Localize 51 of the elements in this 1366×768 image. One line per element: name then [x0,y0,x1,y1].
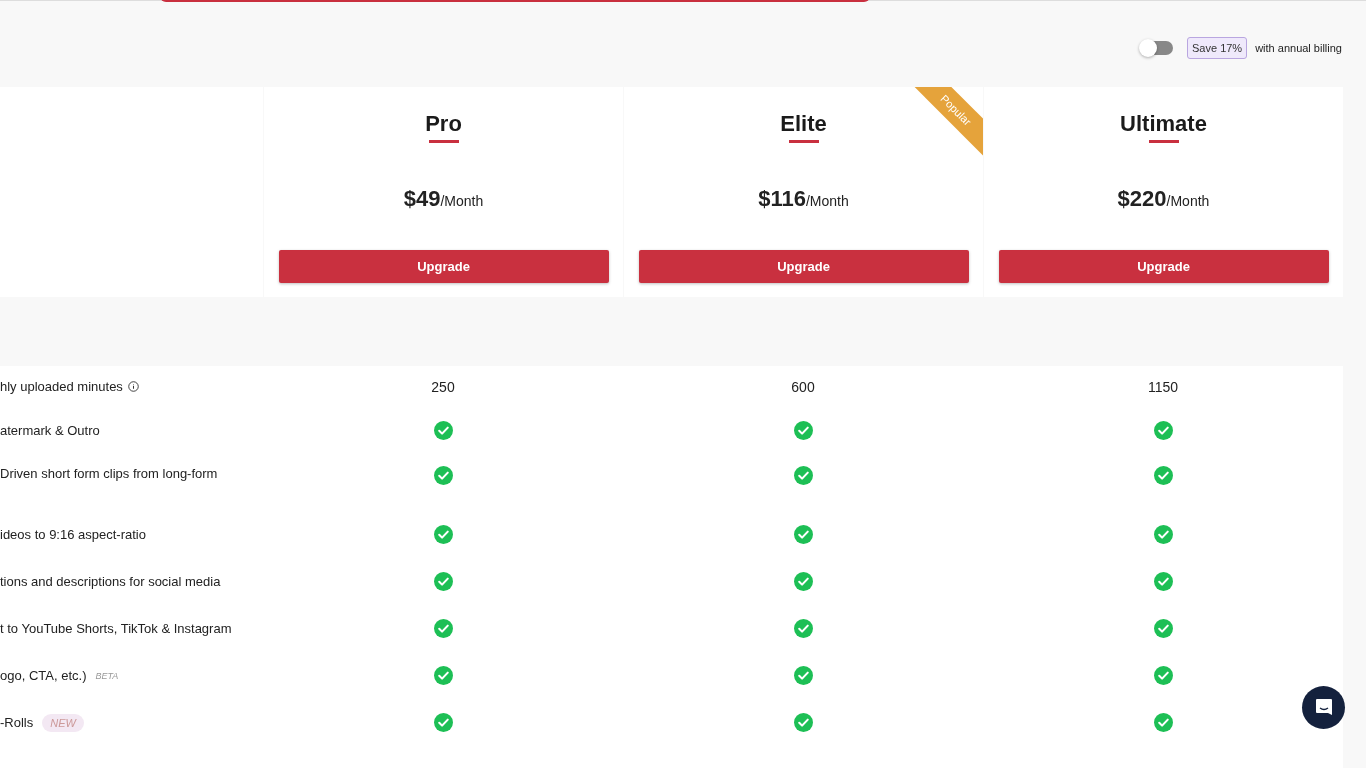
feature-label: ogo, CTA, etc.) [0,668,87,683]
check-icon [793,619,813,638]
feature-label: t to YouTube Shorts, TikTok & Instagram [0,621,232,636]
price-period: /Month [805,193,849,209]
check-icon [1153,421,1173,440]
upgrade-button[interactable]: Upgrade [278,250,609,283]
check-icon [433,666,453,685]
feature-label: atermark & Outro [0,423,100,438]
feature-label: ideos to 9:16 aspect-ratio [0,527,146,542]
info-icon[interactable] [127,381,139,392]
check-icon [433,421,453,440]
check-icon [793,713,813,732]
feature-label: tions and descriptions for social media [0,574,221,589]
check-icon [433,619,453,638]
plan-price: $220 [1117,186,1167,212]
table-cell: 1150 [1147,378,1179,395]
save-badge: Save 17% [1187,36,1248,59]
check-icon [433,713,453,732]
price-period: /Month [1166,193,1210,209]
check-icon [793,666,813,685]
feature-label: hly uploaded minutes [0,379,123,394]
feature-label: -Rolls [0,715,34,730]
annual-toggle[interactable] [1141,40,1173,55]
upgrade-button[interactable]: Upgrade [638,250,969,283]
beta-tag: BETA [95,670,119,681]
check-icon [433,572,453,591]
check-icon [1153,619,1173,638]
check-icon [793,525,813,544]
chat-icon [1314,697,1333,718]
check-icon [1153,525,1173,544]
new-tag: NEW [42,713,84,732]
plan-name: Elite [780,111,827,137]
table-cell: 600 [791,378,815,395]
plan-name: Pro [425,111,462,137]
check-icon [1153,666,1173,685]
check-icon [433,525,453,544]
check-icon [793,421,813,440]
check-icon [1153,713,1173,732]
feature-label: Driven short form clips from long-form [0,466,218,481]
check-icon [433,466,453,485]
plan-price: $49 [403,186,441,212]
plan-price: $116 [758,186,806,212]
check-icon [793,466,813,485]
plan-name: Ultimate [1120,111,1207,137]
upgrade-button[interactable]: Upgrade [998,250,1329,283]
check-icon [793,572,813,591]
price-period: /Month [440,193,484,209]
check-icon [1153,466,1173,485]
table-cell: 250 [431,378,455,395]
billing-label: with annual billing [1255,41,1342,54]
check-icon [1153,572,1173,591]
